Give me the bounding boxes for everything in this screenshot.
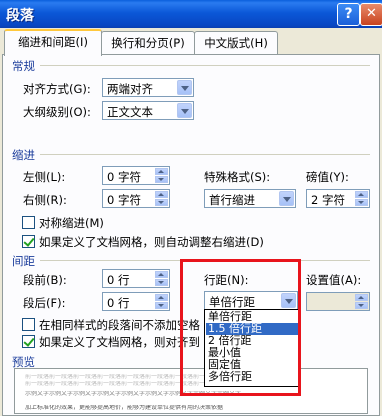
spin-down-icon[interactable] bbox=[155, 279, 168, 286]
special-indent-value: 首行缩进 bbox=[209, 193, 255, 207]
chevron-down-icon[interactable] bbox=[279, 191, 294, 206]
spin-down-icon[interactable] bbox=[155, 199, 168, 206]
section-general-heading: 常规 bbox=[12, 59, 35, 73]
divider bbox=[40, 154, 370, 155]
chevron-down-icon[interactable] bbox=[281, 293, 296, 308]
outline-level-label: 大纲级别(O): bbox=[23, 105, 91, 119]
space-before-value: 0 行 bbox=[107, 273, 130, 287]
auto-adjust-checkbox[interactable] bbox=[22, 235, 35, 248]
right-indent-spinner[interactable]: 0 字符 bbox=[102, 189, 170, 208]
no-space-checkbox[interactable] bbox=[22, 318, 35, 331]
auto-adjust-label: 如果定义了文档网格，则自动调整右缩进(D) bbox=[39, 235, 264, 249]
spin-up-icon[interactable] bbox=[355, 191, 368, 198]
close-button[interactable]: ✕ bbox=[360, 3, 382, 26]
divider bbox=[40, 260, 370, 261]
left-indent-value: 0 字符 bbox=[107, 170, 141, 184]
tab-line-page-breaks[interactable]: 换行和分页(P) bbox=[101, 31, 195, 54]
alignment-value: 两端对齐 bbox=[107, 82, 153, 96]
tab-asian-typography[interactable]: 中文版式(H) bbox=[194, 31, 278, 54]
preview-line: 前一段落前一段落前一段落前一段落前一段落前一段落前一段落前一段落前一段落前一段落 bbox=[25, 374, 266, 379]
indent-by-value: 2 字符 bbox=[311, 193, 345, 207]
alignment-select[interactable]: 两端对齐 bbox=[102, 78, 194, 97]
preview-box: 前一段落前一段落前一段落前一段落前一段落前一段落前一段落前一段落前一段落前一段落… bbox=[14, 368, 368, 414]
outline-level-value: 正文文本 bbox=[107, 105, 153, 119]
tab-indent-spacing[interactable]: 缩进和间距(I) bbox=[4, 29, 102, 56]
line-spacing-dropdown-list[interactable]: 单倍行距 1.5 倍行距 2 倍行距 最小值 固定值 多倍行距 bbox=[204, 309, 300, 387]
preview-line: 加上标准化的效果，更能够提高地价，能够为建设单位提供有用的决策依据 bbox=[25, 405, 224, 410]
divider bbox=[40, 65, 370, 66]
outline-level-select[interactable]: 正文文本 bbox=[102, 101, 194, 120]
indent-by-spinner[interactable]: 2 字符 bbox=[306, 189, 370, 208]
spin-down-icon[interactable] bbox=[155, 176, 168, 183]
space-after-value: 0 行 bbox=[107, 296, 130, 310]
mirror-indent-label: 对称缩进(M) bbox=[39, 216, 104, 230]
space-after-spinner[interactable]: 0 行 bbox=[102, 292, 170, 311]
spin-down-icon[interactable] bbox=[355, 199, 368, 206]
preview-line: 示例文字示例文字示例文字示例文字示例文字示例文字示例文字示例文字示例文字 bbox=[25, 391, 242, 396]
line-spacing-option[interactable]: 多倍行距 bbox=[206, 371, 298, 383]
left-indent-spinner[interactable]: 0 字符 bbox=[102, 166, 170, 185]
at-spinner[interactable] bbox=[306, 292, 370, 311]
special-indent-select[interactable]: 首行缩进 bbox=[204, 189, 296, 208]
spin-down-icon[interactable] bbox=[355, 302, 368, 309]
snap-grid-checkbox[interactable] bbox=[22, 335, 35, 348]
left-indent-label: 左侧(L): bbox=[23, 170, 66, 184]
spin-down-icon[interactable] bbox=[155, 302, 168, 309]
spin-up-icon[interactable] bbox=[155, 168, 168, 175]
section-indent-heading: 缩进 bbox=[12, 148, 35, 162]
spin-up-icon[interactable] bbox=[155, 191, 168, 198]
space-before-spinner[interactable]: 0 行 bbox=[102, 269, 170, 288]
section-spacing-heading: 间距 bbox=[12, 254, 35, 268]
spin-up-icon[interactable] bbox=[155, 271, 168, 278]
special-indent-label: 特殊格式(S): bbox=[204, 170, 271, 184]
line-spacing-value: 单倍行距 bbox=[209, 295, 255, 309]
snap-grid-label: 如果定义了文档网格，则对齐到 bbox=[39, 335, 200, 349]
preview-line: 前一段落前一段落前一段落前一段落前一段落前一段落前一段落前一段落 bbox=[25, 381, 218, 386]
spin-up-icon[interactable] bbox=[355, 294, 368, 301]
spin-up-icon[interactable] bbox=[155, 294, 168, 301]
space-after-label: 段后(F): bbox=[23, 296, 66, 310]
mirror-indent-checkbox[interactable] bbox=[22, 216, 35, 229]
window-title: 段落 bbox=[6, 8, 34, 24]
chevron-down-icon[interactable] bbox=[177, 103, 192, 118]
title-bar[interactable] bbox=[0, 0, 382, 28]
line-spacing-select[interactable]: 单倍行距 bbox=[204, 291, 298, 310]
help-button[interactable]: ? bbox=[337, 3, 360, 26]
space-before-label: 段前(B): bbox=[23, 273, 67, 287]
right-indent-value: 0 字符 bbox=[107, 193, 141, 207]
right-indent-label: 右侧(R): bbox=[23, 193, 67, 207]
indent-by-label: 磅值(Y): bbox=[306, 170, 349, 184]
alignment-label: 对齐方式(G): bbox=[23, 82, 91, 96]
chevron-down-icon[interactable] bbox=[177, 80, 192, 95]
line-spacing-label: 行距(N): bbox=[204, 273, 249, 287]
at-label: 设置值(A): bbox=[306, 273, 362, 287]
no-space-label: 在相同样式的段落间不添加空格 bbox=[39, 318, 200, 332]
